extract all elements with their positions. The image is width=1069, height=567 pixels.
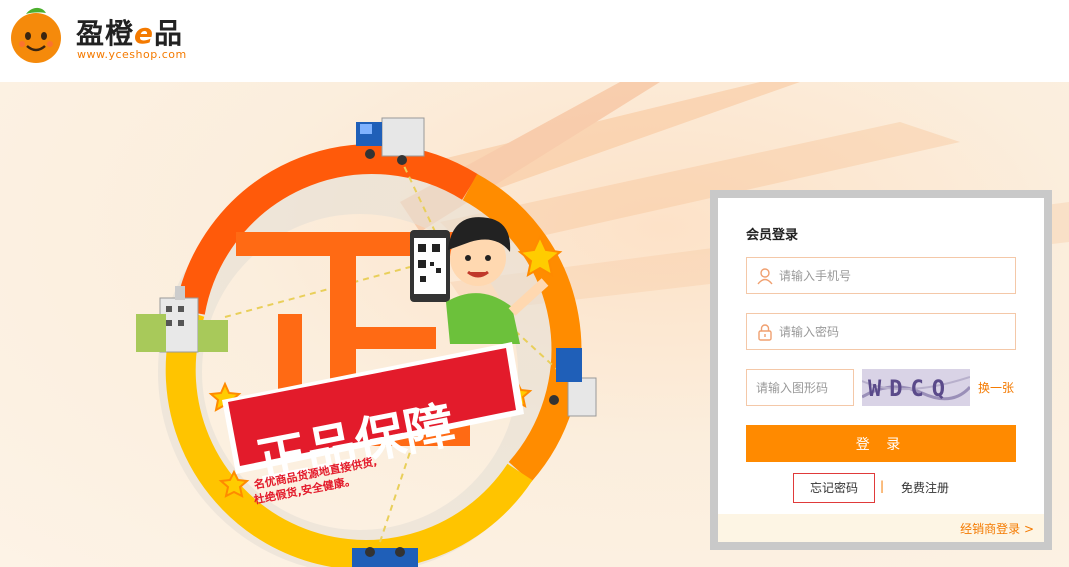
login-title: 会员登录: [746, 228, 799, 243]
truck-icon: [352, 547, 418, 567]
captcha-noise: WDCQ: [862, 369, 970, 406]
dealer-strip: 经销商登录 >: [718, 514, 1044, 542]
password-input[interactable]: [747, 314, 1015, 349]
dealer-login-link[interactable]: 经销商登录 >: [960, 520, 1034, 537]
phone-input[interactable]: [747, 258, 1015, 293]
captcha-input[interactable]: [747, 370, 853, 405]
phone-field[interactable]: [746, 257, 1016, 294]
register-link[interactable]: 免费注册: [901, 479, 949, 496]
login-panel: 会员登录 WDCQ 换一张 登 录 忘记密码 | 免费注册 经销商登录 >: [718, 198, 1044, 542]
site-header: 盈橙e品 www.yceshop.com: [0, 0, 1069, 82]
brand-url: www.yceshop.com: [77, 48, 187, 61]
orange-mascot-icon: [11, 7, 61, 63]
brand-name: 盈橙e品: [76, 17, 184, 50]
captcha-field[interactable]: [746, 369, 854, 406]
password-field[interactable]: [746, 313, 1016, 350]
site-logo[interactable]: 盈橙e品 www.yceshop.com: [6, 4, 206, 64]
forgot-password-link[interactable]: 忘记密码: [793, 473, 875, 503]
captcha-text: WDCQ: [868, 377, 953, 402]
captcha-image[interactable]: WDCQ: [862, 369, 970, 406]
captcha-refresh-link[interactable]: 换一张: [978, 379, 1014, 396]
link-separator: |: [880, 479, 885, 493]
login-button[interactable]: 登 录: [746, 425, 1016, 462]
